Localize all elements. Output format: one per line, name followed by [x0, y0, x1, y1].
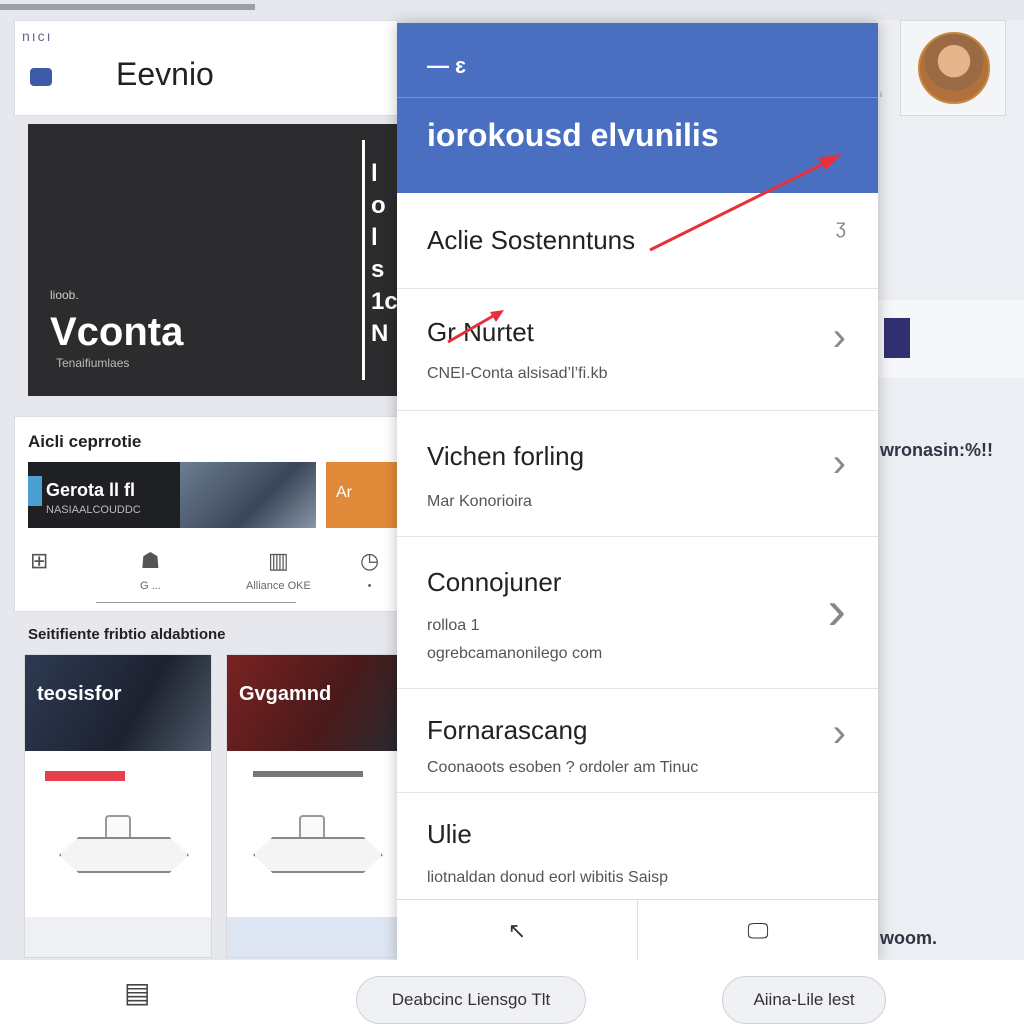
card-image-label: Gvgamnd [239, 683, 332, 705]
hero-vertical-char: l [371, 160, 378, 187]
panel-row-1[interactable]: Aclie Sostenntuns ᶾ [397, 193, 878, 289]
tray-icon [59, 837, 189, 873]
card-progress-bar [253, 771, 363, 777]
background-banner-mark [884, 318, 910, 358]
quick-action-clock[interactable]: ◷ • [360, 548, 379, 592]
chevron-right-icon: › [832, 315, 846, 359]
panel-footer: ↖ 🖵 [397, 899, 878, 961]
thumbnail-title: Gerota ll fl [46, 480, 136, 500]
thumbnail-1[interactable]: Gerota ll fl NASIAALCOUDDC [28, 462, 180, 528]
row-subtitle-2: ogrebcamanonilego com [427, 645, 603, 662]
row-title: Connojuner [427, 567, 562, 597]
thumbnail-accent [28, 476, 42, 506]
info-icon: ᶾ [835, 215, 846, 246]
panel-title: iorokousd elvunilis [427, 117, 719, 153]
bottom-pill-1[interactable]: Deabcinc Liensgo Tlt [356, 976, 586, 1024]
dot-mark: ⁱ [880, 90, 883, 104]
chart-icon: ▥ [268, 548, 289, 573]
card-image: teosisfor [25, 655, 211, 751]
card-footer[interactable] [227, 917, 397, 957]
header-divider [397, 97, 878, 98]
quick-action-grid[interactable]: ⊞ [30, 548, 48, 580]
section-title: Seitifiente fribtio aldabtione [28, 626, 226, 643]
tray-icon [253, 837, 383, 873]
row-title: Ulie [427, 819, 472, 849]
arrow-icon[interactable]: ↖ [397, 900, 637, 961]
background-panel-right [878, 20, 1024, 1024]
hero-vertical-char: 1c [371, 288, 398, 315]
panel-header: — ɛ iorokousd elvunilis [397, 23, 878, 193]
settings-panel: — ɛ iorokousd elvunilis Aclie Sostenntun… [397, 23, 878, 961]
chevron-right-icon: › [832, 441, 846, 485]
chevron-right-icon: › [827, 578, 846, 641]
row-title: Vichen forling [427, 441, 585, 471]
card-image-label: teosisfor [37, 683, 122, 705]
row-subtitle: Mar Konorioira [427, 493, 532, 510]
card-progress-bar [45, 771, 125, 781]
row-title: Fornarascang [427, 715, 588, 745]
hero-vertical-char: N [371, 320, 389, 347]
quick-action-label: Alliance OKE [246, 580, 311, 592]
background-text-2: woom. [880, 928, 937, 948]
row-subtitle: Coonaoots esoben ? ordoler am Tinuc [427, 759, 699, 776]
card-footer[interactable] [25, 917, 211, 957]
app-logo-icon[interactable] [30, 68, 52, 86]
app-title: Eevnio [116, 56, 214, 92]
row-subtitle: liotnaldan donud eorl wibitis Saisp [427, 869, 669, 886]
panel-row-3[interactable]: Vichen forling Mar Konorioira › [397, 411, 878, 537]
panel-row-2[interactable]: Gr Nurtet CNEI-Conta alsisad’l’fi.kb › [397, 289, 878, 411]
chevron-right-icon: › [832, 711, 846, 755]
screen-icon[interactable]: 🖵 [637, 900, 878, 961]
row-title: Gr Nurtet [427, 317, 534, 347]
hero-vertical-char: o [371, 192, 386, 219]
hero-subtitle: Tenaifiumlaes [56, 356, 130, 370]
background-text-1: wronasin:%!! [880, 440, 994, 460]
content-card[interactable]: teosisfor [24, 654, 212, 958]
quick-action-chart[interactable]: ▥ Alliance OKE [246, 548, 311, 592]
hero-vertical-char: l [371, 224, 378, 251]
thumbnail-3[interactable]: Ar [326, 462, 398, 528]
row-subtitle: rolloa 1 [427, 617, 480, 634]
row-title: Aclie Sostenntuns [427, 225, 636, 255]
tiny-top-label: nıcı [22, 28, 53, 44]
row-subtitle: CNEI-Conta alsisad’l’fi.kb [427, 365, 608, 382]
clock-icon: ◷ [360, 548, 380, 573]
hero-title: Vconta [50, 310, 184, 354]
card-image: Gvgamnd [227, 655, 397, 751]
quick-action-label: G ... [140, 580, 161, 592]
hero-vertical-char: s [371, 256, 385, 283]
header-menu-icon[interactable]: — ɛ [427, 53, 466, 79]
quick-action-book[interactable]: ☗ G ... [140, 548, 161, 592]
content-card[interactable]: Gvgamnd [226, 654, 398, 958]
book-icon: ☗ [140, 548, 161, 573]
section-title: Aicli ceprrotie [28, 432, 142, 451]
hero-vertical-text: l o l s 1c N [362, 140, 398, 380]
bottom-pill-2[interactable]: Aiina-Lile lest [722, 976, 886, 1024]
thumbnail-label: Ar [336, 484, 352, 501]
panel-row-6[interactable]: Ulie liotnaldan donud eorl wibitis Saisp [397, 793, 878, 899]
avatar[interactable] [918, 32, 990, 104]
panel-row-5[interactable]: Fornarascang Coonaoots esoben ? ordoler … [397, 689, 878, 793]
hero-small-label: lioob. [50, 288, 79, 302]
grid-icon: ⊞ [30, 548, 49, 573]
thumbnail-subtitle: NASIAALCOUDDC [46, 504, 141, 516]
quick-action-label: • [367, 580, 372, 592]
window-icon[interactable]: ▤ [124, 976, 150, 1009]
divider [96, 602, 296, 603]
thumbnail-2[interactable] [180, 462, 316, 528]
panel-row-4[interactable]: Connojuner rolloa 1 ogrebcamanonilego co… [397, 537, 878, 689]
top-progress-line [0, 4, 255, 10]
